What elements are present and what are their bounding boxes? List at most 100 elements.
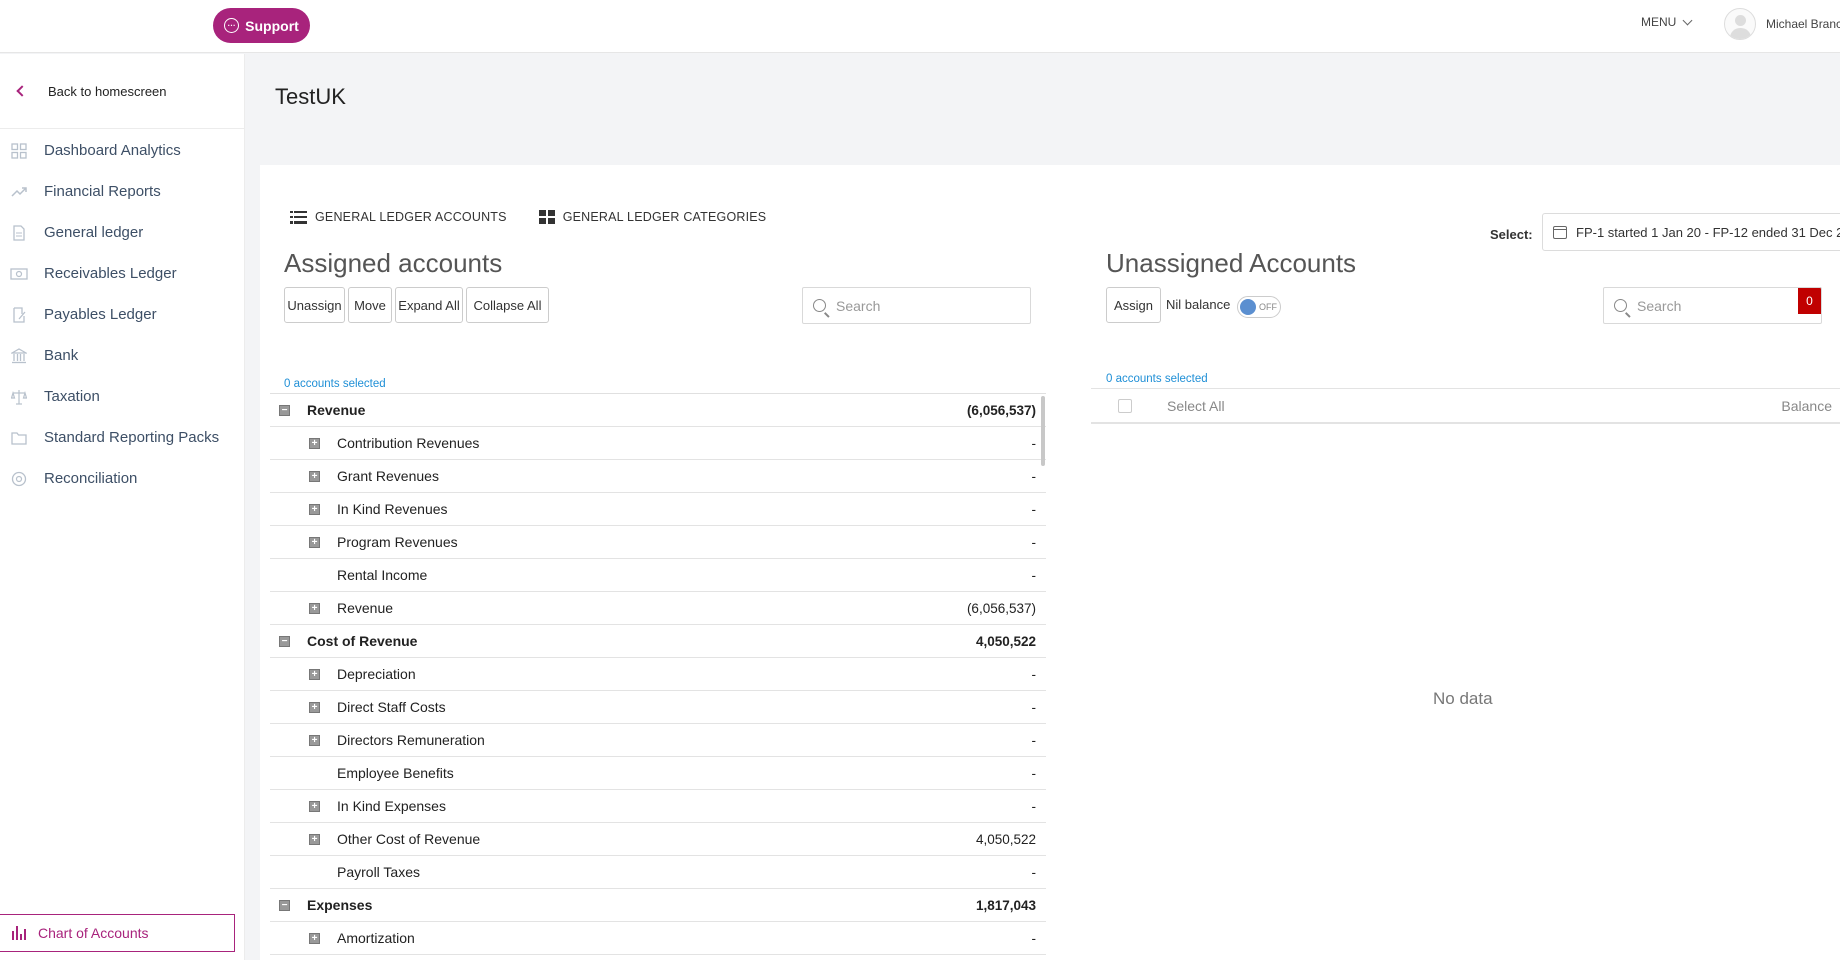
back-to-homescreen[interactable]: Back to homescreen xyxy=(0,54,245,129)
expand-icon[interactable]: + xyxy=(309,536,320,548)
row-name: Other Cost of Revenue xyxy=(337,831,481,847)
sidebar-item-label: Receivables Ledger xyxy=(44,265,177,282)
document-icon xyxy=(10,224,28,242)
scale-icon xyxy=(10,388,28,406)
row-balance: 1,817,043 xyxy=(975,897,1036,913)
grid-icon xyxy=(10,142,28,160)
row-name: In Kind Revenues xyxy=(337,501,448,517)
sidebar-item-label: Payables Ledger xyxy=(44,306,157,323)
assigned-accounts-title: Assigned accounts xyxy=(284,248,503,278)
account-row[interactable]: + Depreciation - xyxy=(270,658,1046,691)
row-name: Contribution Revenues xyxy=(337,435,480,451)
period-select-label: Select: xyxy=(1490,227,1533,242)
period-select[interactable]: FP-1 started 1 Jan 20 - FP-12 ended 31 D… xyxy=(1542,213,1840,251)
support-label: Support xyxy=(245,17,299,34)
row-balance: - xyxy=(1031,468,1037,484)
expand-icon[interactable]: + xyxy=(309,437,320,449)
row-name: Depreciation xyxy=(337,666,416,682)
search-icon xyxy=(813,299,826,312)
row-name: Expenses xyxy=(307,897,373,913)
tab-general-ledger-categories[interactable]: GENERAL LEDGER CATEGORIES xyxy=(538,210,767,224)
account-row[interactable]: + Grant Revenues - xyxy=(270,460,1046,493)
tab-label: GENERAL LEDGER ACCOUNTS xyxy=(315,210,507,224)
sidebar-item-chart-of-accounts[interactable]: Chart of Accounts xyxy=(0,914,235,952)
row-name: Revenue xyxy=(337,600,394,616)
sidebar-item-reconciliation[interactable]: Reconciliation xyxy=(0,458,245,499)
assigned-search-input[interactable] xyxy=(836,297,986,314)
account-row[interactable]: + Program Revenues - xyxy=(270,526,1046,559)
sidebar-item-dashboard-analytics[interactable]: Dashboard Analytics xyxy=(0,130,245,171)
sidebar-item-receivables-ledger[interactable]: Receivables Ledger xyxy=(0,253,245,294)
row-balance: - xyxy=(1031,864,1037,880)
unassigned-search-input[interactable] xyxy=(1637,297,1787,314)
expand-icon[interactable]: + xyxy=(309,503,320,515)
menu-label: MENU xyxy=(1641,15,1677,29)
row-balance: - xyxy=(1031,501,1037,517)
row-name: Rental Income xyxy=(337,567,428,583)
support-button[interactable]: ··· Support xyxy=(213,8,310,43)
row-balance: - xyxy=(1031,699,1037,715)
unassigned-search[interactable] xyxy=(1603,287,1822,324)
sidebar-item-label: Standard Reporting Packs xyxy=(44,429,220,446)
row-balance: (6,056,537) xyxy=(966,600,1036,616)
nil-balance-toggle[interactable]: OFF xyxy=(1237,296,1281,318)
folder-icon xyxy=(10,429,28,447)
account-row[interactable]: + Direct Staff Costs - xyxy=(270,691,1046,724)
account-row[interactable]: + Revenue (6,056,537) xyxy=(270,592,1046,625)
expand-icon[interactable]: + xyxy=(309,932,320,944)
account-row[interactable]: + Contribution Revenues - xyxy=(270,427,1046,460)
balance-column-header: Balance xyxy=(1781,397,1832,414)
account-row[interactable]: Rental Income - xyxy=(270,559,1046,592)
money-icon xyxy=(10,265,28,283)
category-row[interactable]: − Cost of Revenue 4,050,522 xyxy=(270,625,1046,658)
expand-icon[interactable]: + xyxy=(309,602,320,614)
account-row[interactable]: Employee Benefits - xyxy=(270,757,1046,790)
row-balance: - xyxy=(1031,930,1037,946)
tab-general-ledger-accounts[interactable]: GENERAL LEDGER ACCOUNTS xyxy=(290,210,507,224)
sidebar-item-payables-ledger[interactable]: Payables Ledger xyxy=(0,294,245,335)
expand-icon[interactable]: + xyxy=(309,701,320,713)
expand-icon[interactable]: + xyxy=(309,470,320,482)
expand-icon[interactable]: + xyxy=(309,800,320,812)
category-row[interactable]: − Revenue (6,056,537) xyxy=(270,394,1046,427)
account-row[interactable]: + Directors Remuneration - xyxy=(270,724,1046,757)
user-menu[interactable]: Michael Branc xyxy=(1724,8,1840,40)
sidebar-item-standard-reporting-packs[interactable]: Standard Reporting Packs xyxy=(0,417,245,458)
expand-icon[interactable]: + xyxy=(309,734,320,746)
account-row[interactable]: + Amortization - xyxy=(270,922,1046,955)
toggle-state-label: OFF xyxy=(1259,302,1277,312)
expand-icon[interactable]: + xyxy=(309,833,320,845)
sidebar-item-bank[interactable]: Bank xyxy=(0,335,245,376)
row-name: Directors Remuneration xyxy=(337,732,485,748)
account-row[interactable]: + In Kind Expenses - xyxy=(270,790,1046,823)
collapse-icon[interactable]: − xyxy=(279,404,290,416)
assigned-search[interactable] xyxy=(802,287,1031,324)
row-name: Cost of Revenue xyxy=(307,633,418,649)
nil-balance-label: Nil balance xyxy=(1166,297,1231,312)
account-row[interactable]: + Other Cost of Revenue 4,050,522 xyxy=(270,823,1046,856)
bar-chart-icon xyxy=(12,926,26,940)
tree-scrollbar[interactable] xyxy=(1041,396,1045,466)
chevron-down-icon xyxy=(1682,15,1693,25)
collapse-icon[interactable]: − xyxy=(279,899,290,911)
assigned-accounts-tree: − Revenue (6,056,537) + Contribution Revenue… xyxy=(270,393,1046,960)
move-button[interactable]: Move xyxy=(348,287,392,323)
row-balance: - xyxy=(1031,666,1037,682)
unassigned-table-header: Select All Balance xyxy=(1091,388,1840,424)
assign-button[interactable]: Assign xyxy=(1106,287,1161,323)
menu-dropdown[interactable]: MENU xyxy=(1641,15,1693,29)
unassign-button[interactable]: Unassign xyxy=(284,287,345,323)
expand-all-button[interactable]: Expand All xyxy=(395,287,463,323)
collapse-icon[interactable]: − xyxy=(279,635,290,647)
sidebar-item-financial-reports[interactable]: Financial Reports xyxy=(0,171,245,212)
tab-label: GENERAL LEDGER CATEGORIES xyxy=(562,210,767,224)
row-name: Grant Revenues xyxy=(337,468,439,484)
account-row[interactable]: + In Kind Revenues - xyxy=(270,493,1046,526)
expand-icon[interactable]: + xyxy=(309,668,320,680)
select-all-checkbox[interactable] xyxy=(1118,398,1132,413)
sidebar-item-general-ledger[interactable]: General ledger xyxy=(0,212,245,253)
account-row[interactable]: Payroll Taxes - xyxy=(270,856,1046,889)
collapse-all-button[interactable]: Collapse All xyxy=(466,287,549,323)
category-row[interactable]: − Expenses 1,817,043 xyxy=(270,889,1046,922)
sidebar-item-taxation[interactable]: Taxation xyxy=(0,376,245,417)
